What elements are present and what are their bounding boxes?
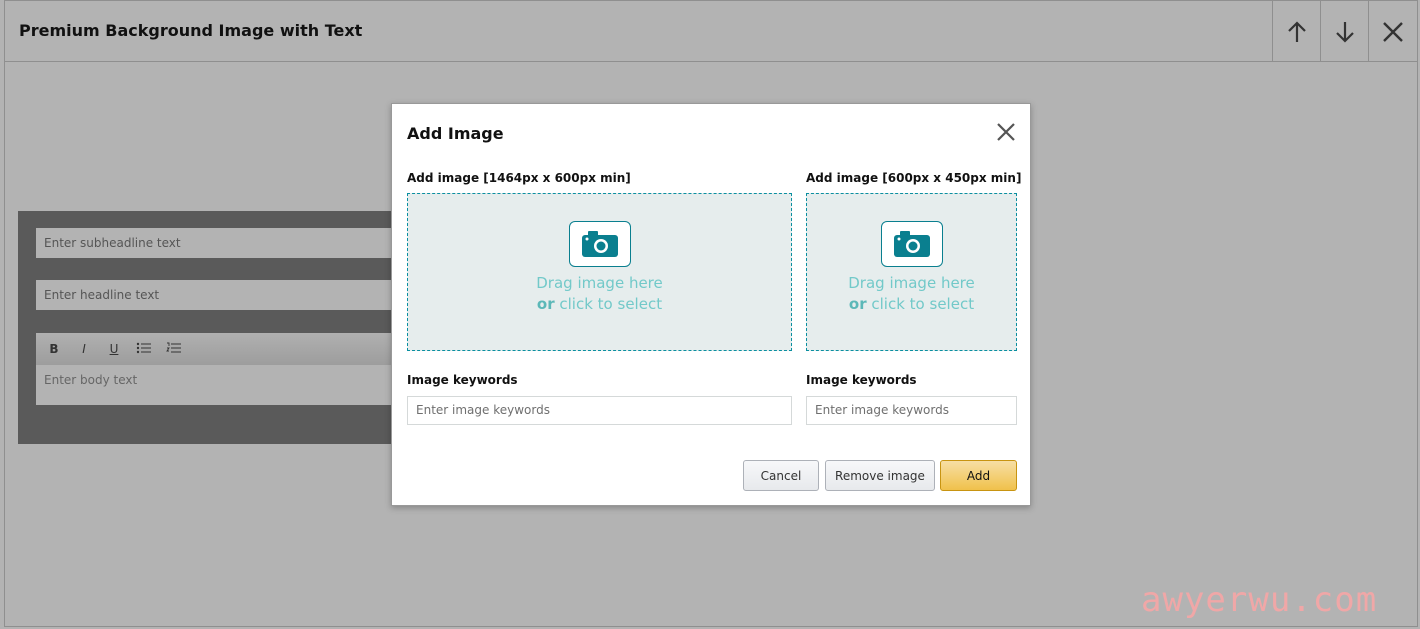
italic-button[interactable]: I (76, 342, 92, 356)
bullet-list-button[interactable] (136, 341, 152, 358)
module-header: Premium Background Image with Text (5, 1, 1417, 62)
headline-input[interactable]: Enter headline text (36, 280, 398, 310)
move-down-button[interactable] (1320, 1, 1368, 62)
remove-module-button[interactable] (1368, 1, 1416, 62)
numbered-list-icon (166, 342, 181, 352)
move-up-button[interactable] (1272, 1, 1320, 62)
left-keywords-input[interactable]: Enter image keywords (407, 396, 792, 425)
left-image-dropzone[interactable]: Drag image here or click to select (407, 193, 792, 351)
dropzone-instructions: Drag image here or click to select (536, 273, 663, 315)
bullet-list-icon (136, 342, 151, 353)
right-image-dropzone[interactable]: Drag image here or click to select (806, 193, 1017, 351)
arrow-up-icon (1287, 20, 1306, 42)
cancel-button[interactable]: Cancel (743, 460, 819, 491)
left-image-label: Add image [1464px x 600px min] (407, 171, 631, 185)
body-text-input[interactable]: Enter body text (36, 365, 398, 405)
left-keywords-label: Image keywords (407, 373, 518, 387)
subheadline-input[interactable]: Enter subheadline text (36, 228, 398, 258)
drop-line-1: Drag image here (848, 274, 975, 292)
camera-icon (568, 221, 631, 267)
close-icon[interactable] (994, 120, 1018, 144)
watermark: awyerwu.com (1141, 580, 1378, 620)
drop-line-1: Drag image here (536, 274, 663, 292)
bold-button[interactable]: B (46, 342, 62, 356)
right-keywords-label: Image keywords (806, 373, 917, 387)
rich-text-toolbar: B I U (36, 333, 398, 365)
drop-line-2: click to select (554, 295, 663, 313)
remove-image-button[interactable]: Remove image (825, 460, 935, 491)
drop-line-2: click to select (866, 295, 975, 313)
underline-button[interactable]: U (106, 342, 122, 356)
dialog-title: Add Image (407, 124, 504, 143)
arrow-down-icon (1335, 21, 1354, 43)
dropzone-instructions: Drag image here or click to select (848, 273, 975, 315)
close-icon (1382, 21, 1403, 42)
module-title: Premium Background Image with Text (19, 21, 363, 40)
drop-or: or (848, 295, 867, 313)
drop-or: or (536, 295, 555, 313)
numbered-list-button[interactable] (166, 341, 182, 358)
right-image-label: Add image [600px x 450px min] (806, 171, 1022, 185)
add-button[interactable]: Add (940, 460, 1017, 491)
camera-icon (880, 221, 943, 267)
add-image-dialog: Add Image Add image [1464px x 600px min]… (391, 103, 1031, 506)
right-keywords-input[interactable]: Enter image keywords (806, 396, 1017, 425)
text-overlay-editor: Enter subheadline text Enter headline te… (18, 211, 398, 444)
